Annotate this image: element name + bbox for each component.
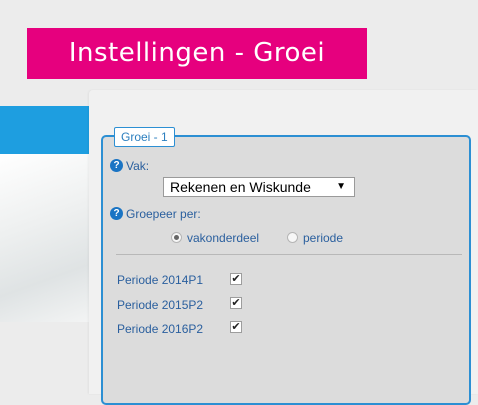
period-checkbox[interactable]: ✔	[230, 297, 242, 309]
period-checkbox[interactable]: ✔	[230, 273, 242, 285]
divider	[116, 254, 462, 255]
checkmark-icon: ✔	[231, 296, 241, 309]
fieldset-legend: Groei - 1	[114, 127, 175, 147]
period-label: Periode 2014P1	[117, 273, 204, 287]
vak-select[interactable]: Rekenen en Wiskunde ▼	[163, 177, 355, 197]
vak-label: Vak:	[126, 159, 150, 173]
page-title: Instellingen - Groei	[27, 28, 367, 79]
help-icon[interactable]: ?	[110, 207, 123, 220]
period-checkbox[interactable]: ✔	[230, 321, 242, 333]
radio-periode[interactable]	[287, 232, 298, 243]
background-image	[0, 154, 100, 322]
group-by-label: Groepeer per:	[126, 207, 201, 221]
background-nav-bar	[0, 106, 100, 154]
vak-select-value: Rekenen en Wiskunde	[170, 179, 311, 195]
radio-vakonderdeel[interactable]	[171, 232, 182, 243]
radio-periode-label[interactable]: periode	[303, 231, 343, 245]
checkmark-icon: ✔	[231, 272, 241, 285]
period-label: Periode 2015P2	[117, 298, 204, 312]
checkmark-icon: ✔	[231, 320, 241, 333]
help-icon[interactable]: ?	[110, 159, 123, 172]
growth-fieldset	[101, 135, 471, 405]
chevron-down-icon: ▼	[336, 181, 346, 192]
radio-vakonderdeel-label[interactable]: vakonderdeel	[187, 231, 259, 245]
period-label: Periode 2016P2	[117, 322, 204, 336]
